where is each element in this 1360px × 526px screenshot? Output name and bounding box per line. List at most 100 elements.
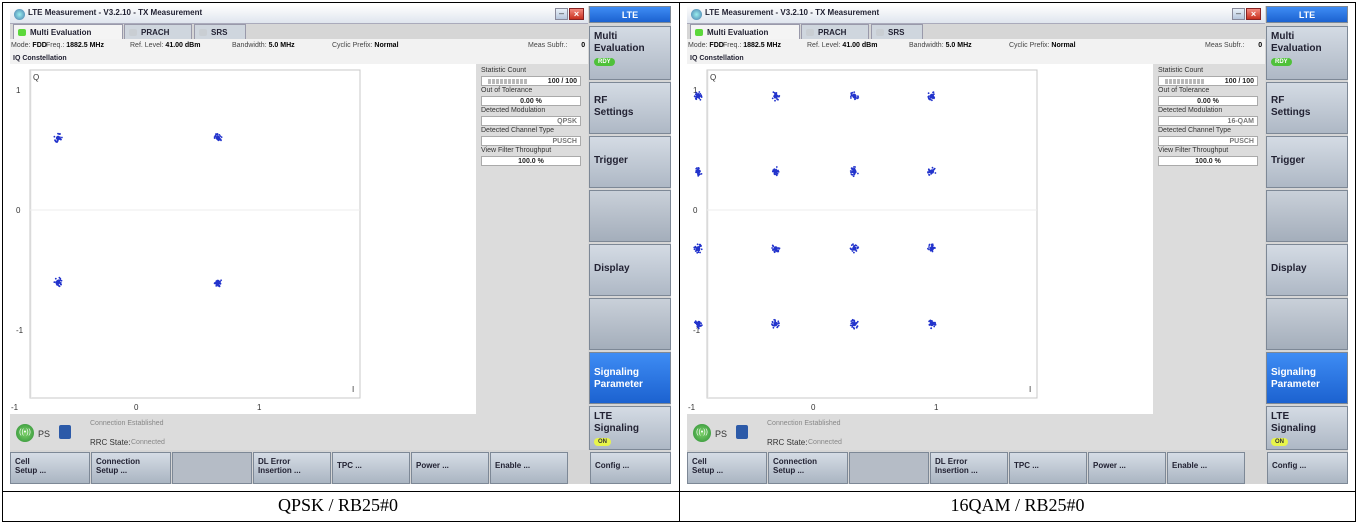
mode-info: Mode: FDD — [11, 42, 47, 49]
softkey-empty-1[interactable] — [589, 190, 671, 242]
app-icon — [691, 9, 702, 20]
enable-button[interactable]: Enable ... — [490, 452, 568, 484]
y-tick-label: 1 — [16, 86, 21, 95]
softkey-lte[interactable]: LTE — [589, 6, 671, 23]
tab-multi-evaluation[interactable]: Multi Evaluation — [13, 24, 123, 39]
app-icon — [14, 9, 25, 20]
softkey-lte[interactable]: LTE — [1266, 6, 1348, 23]
constellation-point — [771, 244, 781, 254]
power-button[interactable]: Power ... — [1088, 452, 1166, 484]
dl-error-insertion-button[interactable]: DL Error Insertion ... — [930, 452, 1008, 484]
tab-prach[interactable]: PRACH — [124, 24, 192, 39]
tab-bar: Multi Evaluation PRACH SRS — [687, 24, 1265, 39]
ref-level-info: Ref. Level: 41.00 dBm — [130, 42, 201, 49]
softkey-trigger[interactable]: Trigger — [589, 136, 671, 188]
constellation-point — [927, 166, 937, 176]
connection-setup-button[interactable]: Connection Setup ... — [768, 452, 848, 484]
detected-modulation-value: 16-QAM — [1158, 116, 1258, 126]
iq-constellation-plot: Q I -1 0 1 1 0 -1 — [10, 64, 476, 414]
mode-info: Mode: FDD — [688, 42, 724, 49]
close-button[interactable]: × — [1246, 8, 1261, 20]
minimize-button[interactable]: – — [1232, 8, 1245, 20]
softkey-rf-settings[interactable]: RF Settings — [589, 82, 671, 134]
on-badge: ON — [594, 438, 611, 446]
ps-antenna-icon: ((•)) — [16, 424, 34, 442]
softkey-empty-2[interactable] — [1266, 298, 1348, 350]
y-tick-label: -1 — [693, 326, 701, 335]
connection-status-bar: ((•)) PS Connection Established RRC Stat… — [10, 414, 588, 450]
ps-label: PS — [38, 429, 51, 439]
softkey-label: Display — [1271, 263, 1307, 274]
close-button[interactable]: × — [569, 8, 584, 20]
instrument-screen: LTE Measurement - V3.2.10 - TX Measureme… — [687, 6, 1348, 484]
softkey-empty-2[interactable] — [589, 298, 671, 350]
softkey-lte-signaling[interactable]: LTE Signaling ON — [1266, 406, 1348, 450]
freq-info: Freq.: 1882.5 MHz — [46, 42, 104, 49]
statistics-panel: Statistic Count 100 / 100 Out of Toleran… — [476, 64, 588, 414]
constellation-point — [53, 132, 63, 143]
connection-setup-button[interactable]: Connection Setup ... — [91, 452, 171, 484]
tab-label: Multi Evaluation — [30, 28, 92, 37]
empty-bottom-key[interactable] — [172, 452, 252, 484]
i-axis-label: I — [352, 385, 354, 394]
softkey-label: RF Settings — [1271, 95, 1311, 118]
softkey-lte-signaling[interactable]: LTE Signaling ON — [589, 406, 671, 450]
cell-setup-button[interactable]: Cell Setup ... — [687, 452, 767, 484]
softkey-label: Multi Evaluation — [594, 31, 645, 54]
iq-constellation-plot: Q I -1 0 1 1 0 -1 — [687, 64, 1153, 414]
detected-modulation-value: QPSK — [481, 116, 581, 126]
tab-label: SRS — [211, 28, 228, 37]
window-title: LTE Measurement - V3.2.10 - TX Measureme… — [705, 8, 880, 17]
softkey-empty-1[interactable] — [1266, 190, 1348, 242]
tab-srs[interactable]: SRS — [871, 24, 923, 39]
cyclic-prefix-info: Cyclic Prefix: Normal — [1009, 42, 1076, 49]
detected-channel-type-label: Detected Channel Type — [1158, 127, 1232, 134]
softkey-rf-settings[interactable]: RF Settings — [1266, 82, 1348, 134]
tab-label: PRACH — [141, 28, 170, 37]
tab-led-icon — [129, 29, 137, 36]
minimize-button[interactable]: – — [555, 8, 568, 20]
softkey-display[interactable]: Display — [1266, 244, 1348, 296]
constellation-point — [53, 276, 63, 288]
instrument-screen: LTE Measurement - V3.2.10 - TX Measureme… — [10, 6, 671, 484]
dl-error-insertion-button[interactable]: DL Error Insertion ... — [253, 452, 331, 484]
statistic-count-bar — [488, 79, 528, 84]
constellation-point — [693, 243, 703, 254]
softkey-label: Signaling Parameter — [1271, 367, 1320, 390]
softkey-multi-evaluation[interactable]: Multi Evaluation RDY — [1266, 26, 1348, 80]
softkey-display[interactable]: Display — [589, 244, 671, 296]
connection-state-text: Connection Established — [90, 420, 164, 427]
connection-state-text: Connection Established — [767, 420, 841, 427]
detected-channel-type-value: PUSCH — [481, 136, 581, 146]
detected-modulation-label: Detected Modulation — [1158, 107, 1223, 114]
constellation-point — [213, 133, 223, 142]
ready-badge: RDY — [1271, 58, 1292, 66]
tab-prach[interactable]: PRACH — [801, 24, 869, 39]
empty-bottom-key[interactable] — [849, 452, 929, 484]
power-button[interactable]: Power ... — [411, 452, 489, 484]
config-button[interactable]: Config ... — [1267, 452, 1348, 484]
config-button[interactable]: Config ... — [590, 452, 671, 484]
softkey-signaling-parameter[interactable]: Signaling Parameter — [1266, 352, 1348, 404]
constellation-point — [771, 166, 780, 177]
x-tick-label: 0 — [134, 403, 139, 412]
softkey-multi-evaluation[interactable]: Multi Evaluation RDY — [589, 26, 671, 80]
tpc-button[interactable]: TPC ... — [1009, 452, 1087, 484]
softkey-signaling-parameter[interactable]: Signaling Parameter — [589, 352, 671, 404]
detected-channel-type-label: Detected Channel Type — [481, 127, 555, 134]
constellation-point — [695, 167, 703, 177]
enable-button[interactable]: Enable ... — [1167, 452, 1245, 484]
statistic-count-label: Statistic Count — [481, 67, 527, 74]
tab-srs[interactable]: SRS — [194, 24, 246, 39]
cell-setup-button[interactable]: Cell Setup ... — [10, 452, 90, 484]
softkey-trigger[interactable]: Trigger — [1266, 136, 1348, 188]
softkey-label: Multi Evaluation — [1271, 31, 1322, 54]
section-title: IQ Constellation — [687, 53, 1265, 64]
tpc-button[interactable]: TPC ... — [332, 452, 410, 484]
x-tick-label: -1 — [11, 403, 19, 412]
tab-led-icon — [695, 29, 703, 36]
column-divider — [679, 3, 680, 521]
rrc-state-label: RRC State: — [90, 438, 131, 447]
softkey-column: LTE Multi Evaluation RDY RF Settings Trig… — [1266, 6, 1348, 450]
tab-multi-evaluation[interactable]: Multi Evaluation — [690, 24, 800, 39]
